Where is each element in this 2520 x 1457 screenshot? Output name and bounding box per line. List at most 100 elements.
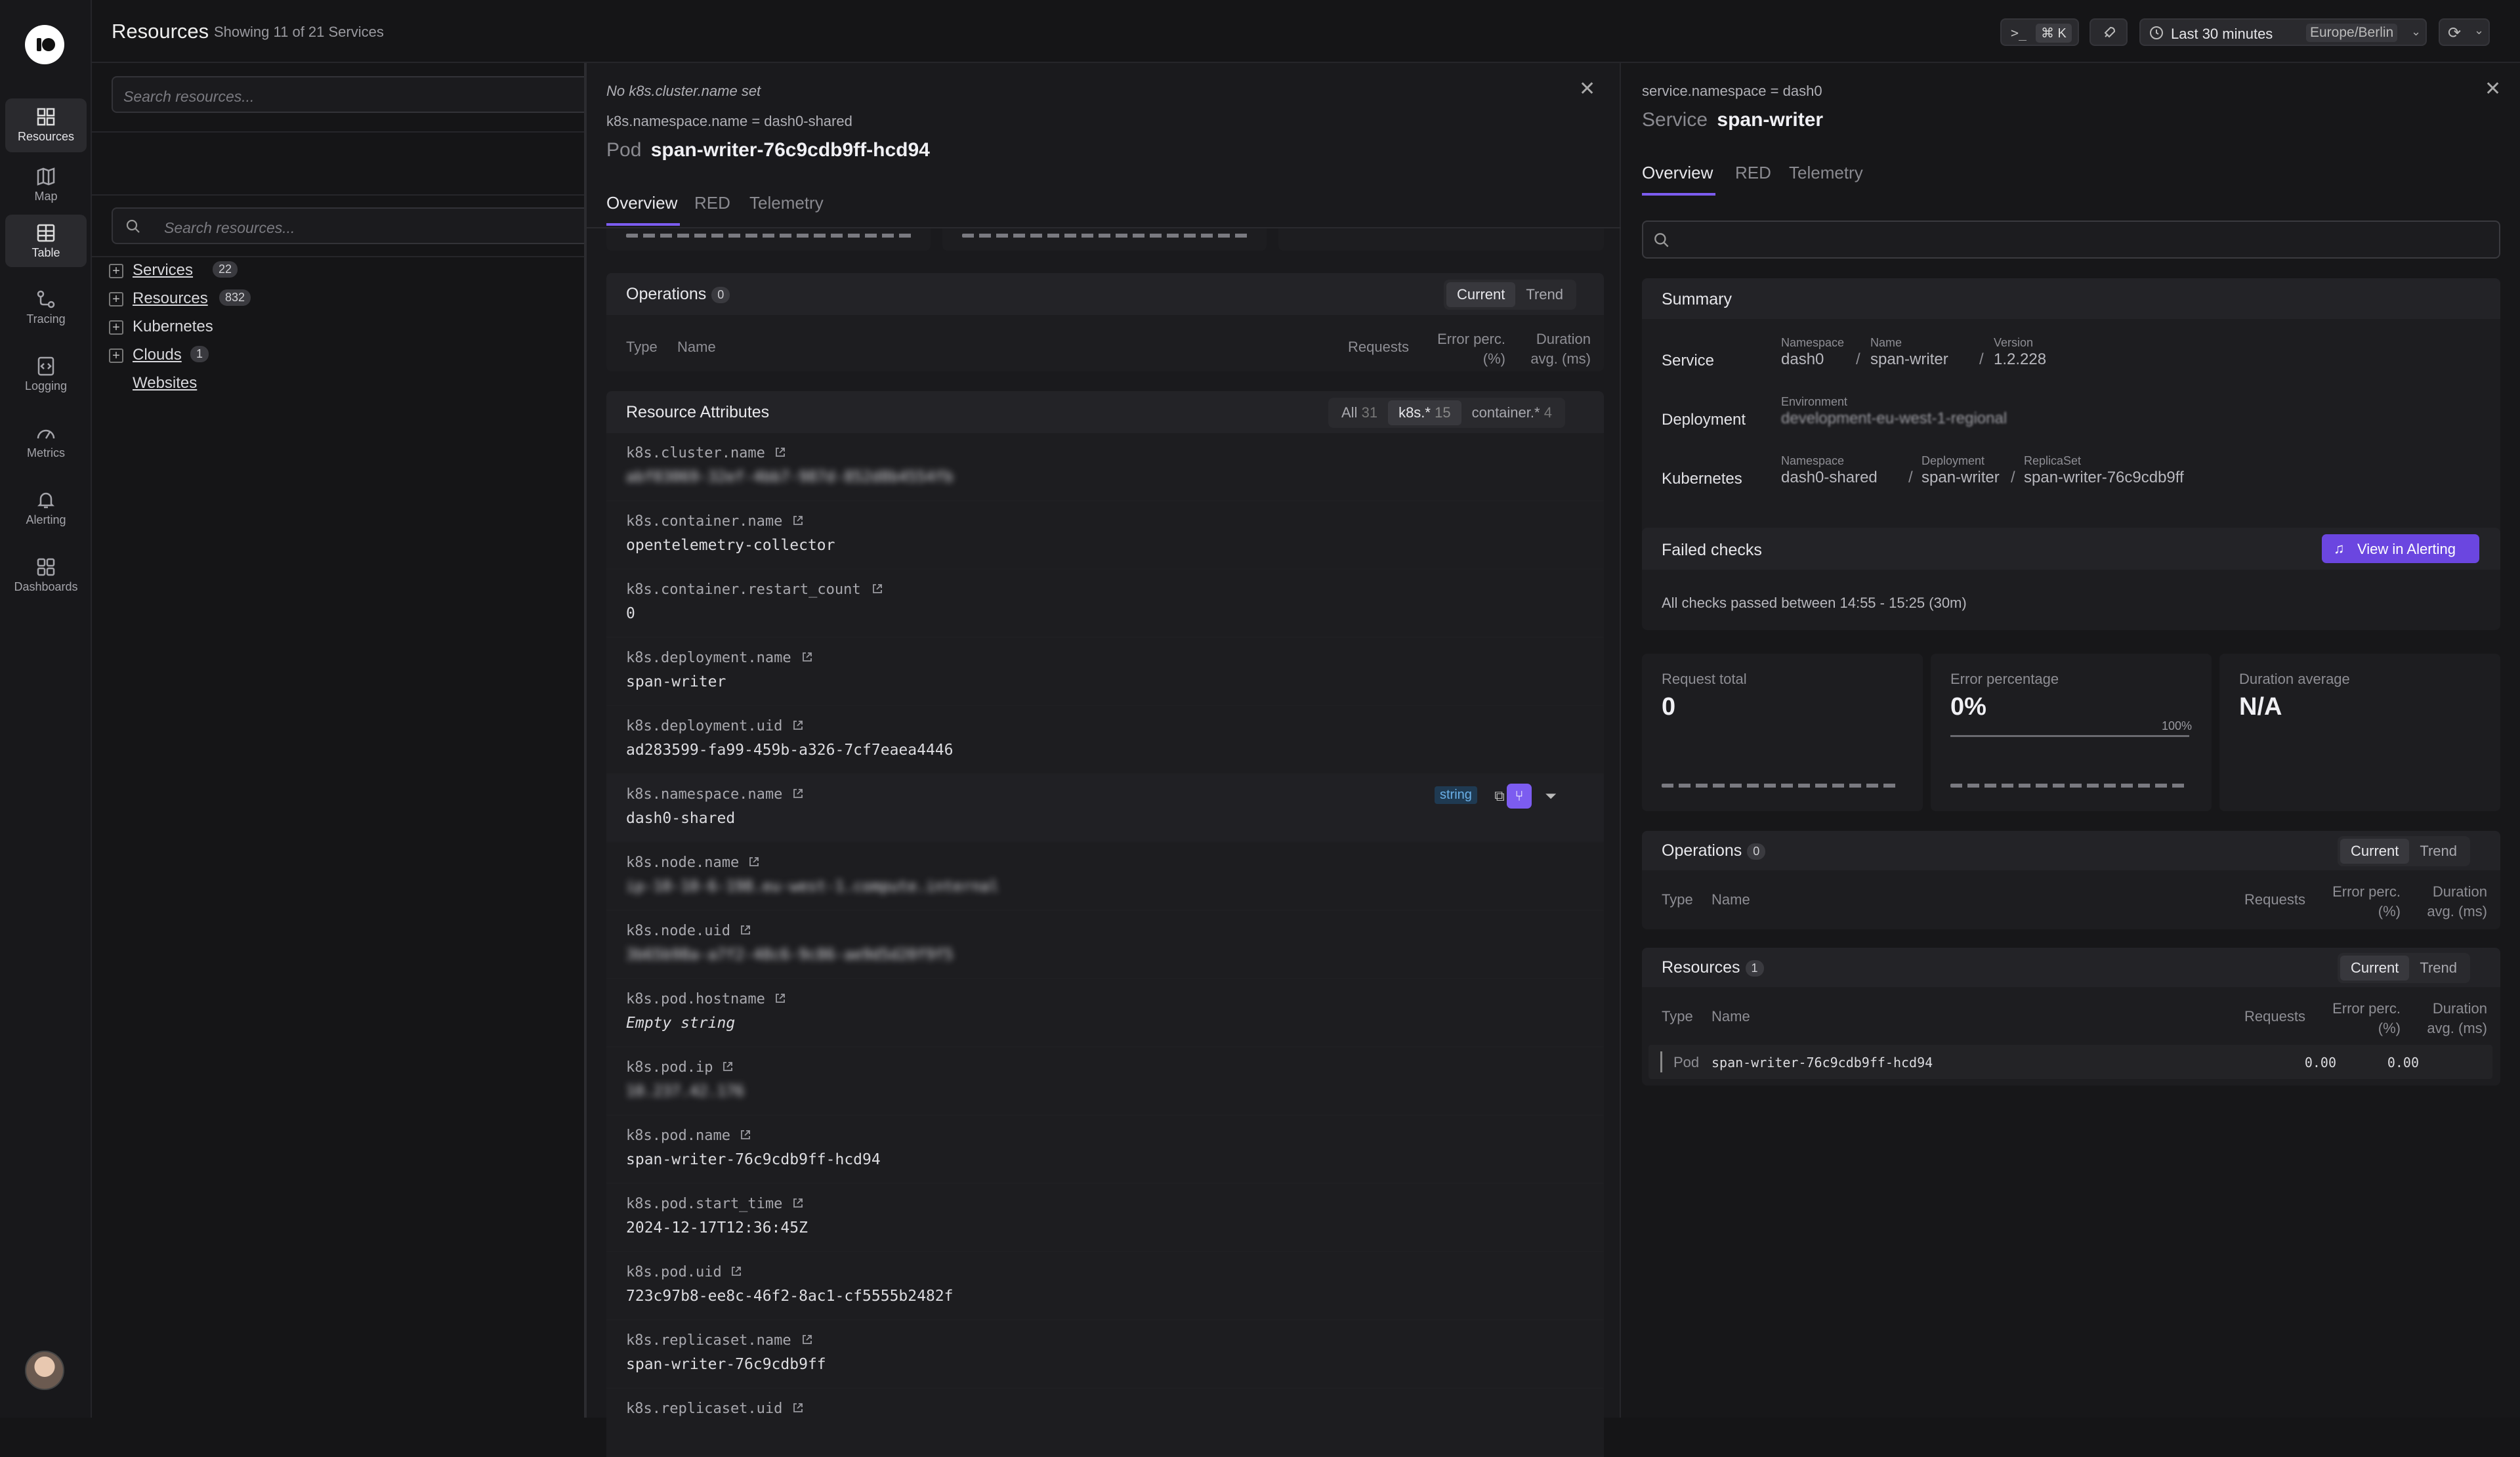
external-link-icon[interactable] xyxy=(774,446,786,458)
external-link-icon[interactable] xyxy=(872,583,883,595)
launch-button[interactable] xyxy=(2090,18,2128,46)
external-link-icon[interactable] xyxy=(748,856,760,868)
close-icon[interactable]: ✕ xyxy=(1579,77,1595,100)
attribute-key[interactable]: k8s.node.uid xyxy=(626,923,730,939)
col-type[interactable]: Type xyxy=(1662,1008,1693,1025)
attribute-key[interactable]: k8s.deployment.uid xyxy=(626,718,782,734)
k8s-replicaset-value[interactable]: span-writer-76c9cdb9ff xyxy=(2024,469,2184,487)
external-link-icon[interactable] xyxy=(801,651,813,663)
col-name[interactable]: Name xyxy=(677,339,716,356)
attribute-row[interactable]: k8s.container.restart_count 0 xyxy=(606,570,1604,638)
error-percentage-card[interactable]: Error percentage 0% 100% xyxy=(1931,654,2212,811)
view-in-alerting-button[interactable]: ♫ View in Alerting xyxy=(2322,534,2479,563)
attribute-value[interactable]: abf03069-32ef-4bb7-987d-852d8b4554fb xyxy=(626,469,954,486)
external-link-icon[interactable] xyxy=(740,1129,751,1141)
attribute-value[interactable]: ad283599-fa99-459b-a326-7cf7eaea4446 xyxy=(626,742,954,759)
duration-average-card[interactable]: Duration average N/A xyxy=(2219,654,2500,811)
view-toggle[interactable]: Current Trend xyxy=(2338,836,2471,866)
attribute-value[interactable]: span-writer xyxy=(626,673,726,690)
attribute-value[interactable]: dash0-shared xyxy=(626,810,735,827)
col-duration[interactable]: Duration avg. (ms) xyxy=(1512,329,1591,369)
attribute-row[interactable]: k8s.deployment.name span-writer xyxy=(606,638,1604,706)
attribute-row[interactable]: k8s.pod.ip 10.237.42.176 xyxy=(606,1047,1604,1116)
toggle-current[interactable]: Current xyxy=(1446,282,1516,307)
col-requests[interactable]: Requests xyxy=(1348,339,1409,356)
attribute-row[interactable]: k8s.pod.name span-writer-76c9cdb9ff-hcd94 xyxy=(606,1116,1604,1184)
avatar[interactable] xyxy=(25,1351,64,1390)
search-input[interactable] xyxy=(1642,221,2500,259)
nav-logging[interactable]: Logging xyxy=(5,348,87,402)
attribute-row[interactable]: k8s.node.name ip-10-10-6-198.eu-west-1.co… xyxy=(606,843,1604,911)
filter-include-icon[interactable]: ⑂ xyxy=(1507,784,1532,809)
attribute-row[interactable]: k8s.node.uid 3b65b98a-a7f2-48c6-9c86-ae9d… xyxy=(606,911,1604,979)
attribute-value[interactable]: 2024-12-17T12:36:45Z xyxy=(626,1219,808,1236)
attribute-row[interactable]: k8s.namespace.name dash0-shared string ⧉ ⑂ ⏷ xyxy=(606,774,1604,843)
tab-overview[interactable]: Overview xyxy=(606,193,677,213)
attribute-row[interactable]: k8s.container.name opentelemetry-collecto… xyxy=(606,501,1604,570)
time-range-picker[interactable]: Last 30 minutes Europe/Berlin ⌄ xyxy=(2139,18,2427,46)
toggle-trend[interactable]: Trend xyxy=(1515,282,1574,307)
table-row[interactable]: Pod span-writer-76c9cdb9ff-hcd94 0.00 0.… xyxy=(1648,1045,2492,1079)
nav-tracing[interactable]: Tracing xyxy=(5,281,87,335)
attribute-row[interactable]: k8s.deployment.uid ad283599-fa99-459b-a32… xyxy=(606,706,1604,774)
attribute-key[interactable]: k8s.pod.hostname xyxy=(626,991,765,1007)
attribute-value[interactable]: 3b65b98a-a7f2-48c6-9c86-ae9d5d20f9f5 xyxy=(626,946,954,963)
external-link-icon[interactable] xyxy=(774,992,786,1004)
search-input[interactable]: Search resources... xyxy=(112,207,597,244)
attribute-row[interactable]: k8s.cluster.name abf03069-32ef-4bb7-987d-… xyxy=(606,433,1604,501)
attribute-row[interactable]: k8s.pod.uid 723c97b8-ee8c-46f2-8ac1-cf555… xyxy=(606,1252,1604,1320)
external-link-icon[interactable] xyxy=(740,924,751,936)
nav-table[interactable]: Table xyxy=(5,215,87,267)
nav-dashboards[interactable]: Dashboards xyxy=(5,549,87,602)
toggle-current[interactable]: Current xyxy=(2340,956,2410,981)
attribute-value[interactable]: Empty string xyxy=(626,1015,735,1032)
attribute-value[interactable]: 10.237.42.176 xyxy=(626,1083,744,1100)
col-error[interactable]: Error perc. (%) xyxy=(2322,999,2401,1038)
attribute-key[interactable]: k8s.container.restart_count xyxy=(626,581,861,598)
external-link-icon[interactable] xyxy=(730,1265,742,1277)
tab-telemetry[interactable]: Telemetry xyxy=(1789,163,1863,183)
tab-overview[interactable]: Overview xyxy=(1642,163,1713,183)
attribute-value[interactable]: 723c97b8-ee8c-46f2-8ac1-cf5555b2482f xyxy=(626,1288,954,1305)
k8s-deployment-value[interactable]: span-writer xyxy=(1922,469,2000,487)
attribute-key[interactable]: k8s.pod.uid xyxy=(626,1264,722,1280)
external-link-icon[interactable] xyxy=(792,719,804,731)
tab-red[interactable]: RED xyxy=(694,193,730,213)
col-name[interactable]: Name xyxy=(1712,891,1750,908)
col-error[interactable]: Error perc. (%) xyxy=(2322,882,2401,921)
attribute-row[interactable]: k8s.replicaset.uid xyxy=(606,1389,1604,1457)
nav-map[interactable]: Map xyxy=(5,161,87,207)
attribute-key[interactable]: k8s.deployment.name xyxy=(626,650,791,666)
external-link-icon[interactable] xyxy=(722,1061,734,1072)
filter-container[interactable]: container.* 4 xyxy=(1461,400,1563,425)
external-link-icon[interactable] xyxy=(792,1402,804,1414)
attribute-row[interactable]: k8s.pod.hostname Empty string xyxy=(606,979,1604,1047)
name-value[interactable]: span-writer xyxy=(1870,350,1948,369)
view-toggle[interactable]: Current Trend xyxy=(1444,280,1577,310)
external-link-icon[interactable] xyxy=(801,1334,813,1345)
close-icon[interactable]: ✕ xyxy=(2485,77,2501,100)
attribute-key[interactable]: k8s.namespace.name xyxy=(626,786,782,803)
attribute-key[interactable]: k8s.pod.start_time xyxy=(626,1196,782,1212)
attribute-value[interactable]: 0 xyxy=(626,605,635,622)
col-requests[interactable]: Requests xyxy=(2244,891,2305,908)
col-name[interactable]: Name xyxy=(1712,1008,1750,1025)
request-total-card[interactable]: Request total 0 xyxy=(1642,654,1923,811)
toggle-trend[interactable]: Trend xyxy=(2409,956,2468,981)
attribute-key[interactable]: k8s.replicaset.name xyxy=(626,1332,791,1349)
col-requests[interactable]: Requests xyxy=(2244,1008,2305,1025)
version-value[interactable]: 1.2.228 xyxy=(1994,350,2046,369)
search-input-top[interactable]: Search resources... xyxy=(112,76,597,113)
external-link-icon[interactable] xyxy=(792,515,804,526)
k8s-namespace-value[interactable]: dash0-shared xyxy=(1781,469,1878,487)
command-palette-button[interactable]: >_ ⌘ K xyxy=(2000,18,2079,46)
col-type[interactable]: Type xyxy=(1662,891,1693,908)
filter-all[interactable]: All 31 xyxy=(1331,400,1388,425)
attribute-key[interactable]: k8s.cluster.name xyxy=(626,445,765,461)
col-duration[interactable]: Duration avg. (ms) xyxy=(2408,882,2487,921)
attribute-key[interactable]: k8s.pod.name xyxy=(626,1128,730,1144)
nav-metrics[interactable]: Metrics xyxy=(5,415,87,469)
view-toggle[interactable]: Current Trend xyxy=(2338,953,2471,983)
attribute-filter[interactable]: All 31 k8s.* 15 container.* 4 xyxy=(1328,398,1565,428)
attribute-key[interactable]: k8s.pod.ip xyxy=(626,1059,713,1076)
